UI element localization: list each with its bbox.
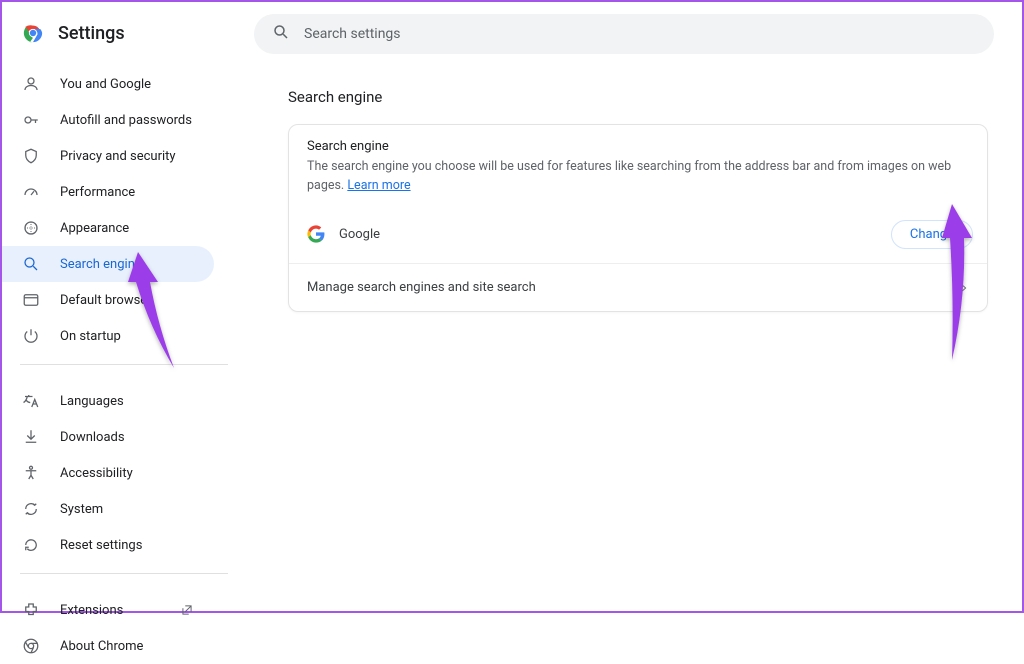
power-icon: [22, 327, 40, 345]
google-g-icon: [307, 225, 325, 243]
chrome-outline-icon: [22, 637, 40, 655]
sidebar-item-label: Accessibility: [60, 466, 194, 481]
current-engine-name: Google: [339, 227, 380, 242]
sidebar-item-performance[interactable]: Performance: [2, 174, 214, 210]
chevron-right-icon: [959, 278, 969, 297]
manage-engines-label: Manage search engines and site search: [307, 280, 536, 295]
open-external-icon: [180, 603, 194, 617]
sidebar-item-extensions[interactable]: Extensions: [2, 592, 214, 628]
sidebar-item-system[interactable]: System: [2, 491, 214, 527]
sidebar-item-on-startup[interactable]: On startup: [2, 318, 214, 354]
search-icon: [272, 23, 290, 45]
sidebar-item-label: Reset settings: [60, 538, 194, 553]
search-settings-input[interactable]: [304, 26, 976, 42]
sidebar-item-label: Default browser: [60, 293, 194, 308]
sidebar-item-label: System: [60, 502, 194, 517]
chrome-logo-icon: [22, 22, 44, 44]
search-icon: [22, 255, 40, 273]
sidebar-header: Settings: [2, 16, 242, 58]
system-icon: [22, 500, 40, 518]
nav-list-tertiary: Extensions About Chrome: [2, 584, 242, 664]
learn-more-link[interactable]: Learn more: [347, 178, 410, 193]
nav-list-secondary: Languages Downloads Accessibility System…: [2, 375, 242, 563]
person-icon: [22, 75, 40, 93]
sidebar-item-label: Appearance: [60, 221, 194, 236]
current-engine-row: Google Change: [289, 210, 987, 264]
key-icon: [22, 111, 40, 129]
sidebar-item-appearance[interactable]: Appearance: [2, 210, 214, 246]
accessibility-icon: [22, 464, 40, 482]
sidebar-item-downloads[interactable]: Downloads: [2, 419, 214, 455]
sidebar-item-label: About Chrome: [60, 639, 194, 654]
browser-icon: [22, 291, 40, 309]
search-engine-card: Search engine The search engine you choo…: [288, 124, 988, 312]
download-icon: [22, 428, 40, 446]
sidebar: Settings You and Google Autofill and pas…: [2, 2, 242, 611]
sidebar-item-label: Search engine: [60, 257, 194, 272]
extension-icon: [22, 601, 40, 619]
sidebar-item-languages[interactable]: Languages: [2, 383, 214, 419]
section-title: Search engine: [288, 88, 988, 106]
nav-divider: [20, 573, 228, 574]
nav-list-primary: You and Google Autofill and passwords Pr…: [2, 58, 242, 354]
card-title: Search engine: [307, 139, 969, 154]
nav-divider: [20, 364, 228, 365]
page-title: Settings: [58, 23, 125, 44]
sidebar-item-search-engine[interactable]: Search engine: [2, 246, 214, 282]
sidebar-item-label: Privacy and security: [60, 149, 194, 164]
appearance-icon: [22, 219, 40, 237]
sidebar-item-autofill[interactable]: Autofill and passwords: [2, 102, 214, 138]
sidebar-item-about-chrome[interactable]: About Chrome: [2, 628, 214, 664]
card-description-section: Search engine The search engine you choo…: [289, 125, 987, 210]
language-icon: [22, 392, 40, 410]
sidebar-item-label: Extensions: [60, 603, 156, 618]
sidebar-item-label: You and Google: [60, 77, 194, 92]
sidebar-item-label: Downloads: [60, 430, 194, 445]
sidebar-item-default-browser[interactable]: Default browser: [2, 282, 214, 318]
speedometer-icon: [22, 183, 40, 201]
sidebar-item-you-and-google[interactable]: You and Google: [2, 66, 214, 102]
sidebar-item-label: Languages: [60, 394, 194, 409]
sidebar-item-label: Performance: [60, 185, 194, 200]
sidebar-item-label: On startup: [60, 329, 194, 344]
card-description: The search engine you choose will be use…: [307, 158, 969, 196]
shield-icon: [22, 147, 40, 165]
sidebar-item-accessibility[interactable]: Accessibility: [2, 455, 214, 491]
sidebar-item-privacy[interactable]: Privacy and security: [2, 138, 214, 174]
sidebar-item-label: Autofill and passwords: [60, 113, 194, 128]
manage-engines-row[interactable]: Manage search engines and site search: [289, 264, 987, 311]
change-button[interactable]: Change: [891, 220, 973, 249]
main-content: Search engine Search engine The search e…: [242, 2, 1022, 611]
sidebar-item-reset[interactable]: Reset settings: [2, 527, 214, 563]
search-settings-bar[interactable]: [254, 14, 994, 54]
reset-icon: [22, 536, 40, 554]
